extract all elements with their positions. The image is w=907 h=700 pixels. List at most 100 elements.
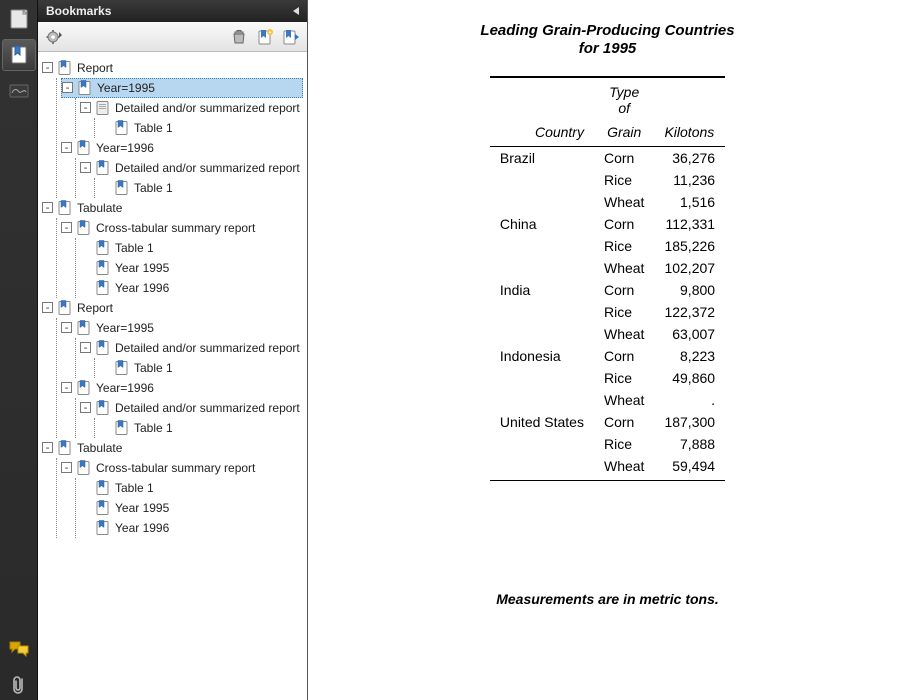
tree-expander-icon[interactable]: - (80, 162, 91, 173)
bookmark-page-icon (76, 460, 92, 476)
table-row: BrazilCorn36,276 (490, 147, 725, 170)
cell-kilotons: 49,860 (654, 367, 725, 389)
table-row: Wheat102,207 (490, 257, 725, 279)
bookmark-page-icon (76, 380, 92, 396)
expand-bookmark-button[interactable] (281, 27, 301, 47)
bookmark-item[interactable]: Year 1995 (80, 258, 303, 278)
cell-grain: Corn (594, 147, 654, 170)
comments-tab[interactable] (3, 634, 35, 664)
bookmark-page-icon (114, 360, 130, 376)
tree-expander-icon[interactable]: - (80, 102, 91, 113)
cell-kilotons: 36,276 (654, 147, 725, 170)
bookmark-page-icon (95, 340, 111, 356)
bookmark-item[interactable]: -Year=1996 (61, 138, 303, 158)
attachments-tab[interactable] (3, 670, 35, 700)
bookmark-item[interactable]: Table 1 (99, 118, 303, 138)
document-viewport[interactable]: Leading Grain-Producing Countries for 19… (308, 0, 907, 700)
bookmark-item[interactable]: Year 1995 (80, 498, 303, 518)
bookmark-item[interactable]: Table 1 (80, 238, 303, 258)
panel-title: Bookmarks (46, 4, 111, 18)
bookmark-item[interactable]: Table 1 (99, 418, 303, 438)
tree-expander-icon[interactable]: - (61, 382, 72, 393)
bookmark-page-icon (95, 500, 111, 516)
col-header-type-l2: of (618, 100, 630, 116)
bookmark-item[interactable]: Table 1 (99, 358, 303, 378)
tree-expander-icon[interactable]: - (62, 82, 73, 93)
tree-expander-placeholder (99, 422, 110, 433)
bookmark-label: Year 1995 (115, 260, 301, 276)
bookmark-item[interactable]: Table 1 (99, 178, 303, 198)
bookmarks-tab[interactable] (3, 40, 35, 70)
signature-tab[interactable] (3, 76, 35, 106)
tree-expander-placeholder (80, 502, 91, 513)
cell-kilotons: 11,236 (654, 169, 725, 191)
bookmark-arrow-icon (282, 28, 300, 46)
tree-expander-placeholder (80, 482, 91, 493)
cell-kilotons: . (654, 389, 725, 411)
tree-expander-placeholder (80, 262, 91, 273)
bookmark-item[interactable]: Year 1996 (80, 278, 303, 298)
bookmark-item[interactable]: - Detailed and/or summarized report (80, 398, 303, 418)
options-menu-button[interactable] (44, 27, 64, 47)
cell-grain: Wheat (594, 191, 654, 213)
bookmark-item[interactable]: -Year=1995 (61, 318, 303, 338)
bookmark-item[interactable]: -Detailed and/or summarized report (80, 98, 303, 118)
bookmark-item[interactable]: Year 1996 (80, 518, 303, 538)
cell-country (490, 433, 594, 455)
tree-expander-icon[interactable]: - (61, 222, 72, 233)
cell-country (490, 367, 594, 389)
bookmark-item[interactable]: - Tabulate (42, 198, 303, 218)
cell-kilotons: 122,372 (654, 301, 725, 323)
speech-bubbles-icon (9, 641, 29, 657)
cell-grain: Corn (594, 411, 654, 433)
tree-expander-icon[interactable]: - (61, 462, 72, 473)
cell-grain: Corn (594, 279, 654, 301)
delete-bookmark-button[interactable] (229, 27, 249, 47)
col-header-type-l1: Type (609, 84, 639, 100)
grain-table: Type of Country Grain Kilotons BrazilCor… (490, 76, 725, 481)
bookmark-item[interactable]: -Report (42, 298, 303, 318)
bookmark-page-icon (57, 440, 73, 456)
cell-grain: Rice (594, 367, 654, 389)
bookmark-page-icon (95, 240, 111, 256)
new-bookmark-icon (256, 28, 274, 46)
cell-country: China (490, 213, 594, 235)
tree-expander-icon[interactable]: - (42, 442, 53, 453)
bookmark-item[interactable]: -Year=1995 (61, 78, 303, 98)
thumbnails-tab[interactable] (3, 4, 35, 34)
bookmark-item[interactable]: -Report (42, 58, 303, 78)
tree-expander-icon[interactable]: - (61, 142, 72, 153)
bookmark-item[interactable]: -Year=1996 (61, 378, 303, 398)
collapse-panel-icon[interactable] (293, 7, 299, 15)
bookmark-label: Table 1 (115, 240, 301, 256)
bookmark-item[interactable]: -Detailed and/or summarized report (80, 158, 303, 178)
bookmark-item[interactable]: -Detailed and/or summarized report (80, 338, 303, 358)
bookmark-item[interactable]: Table 1 (80, 478, 303, 498)
bookmark-label: Table 1 (134, 420, 301, 436)
tree-expander-icon[interactable]: - (61, 322, 72, 333)
bookmark-item[interactable]: -Cross-tabular summary report (61, 218, 303, 238)
bookmark-page-icon (114, 180, 130, 196)
bookmark-label: Tabulate (77, 200, 301, 216)
bookmarks-tree[interactable]: -Report-Year=1995-Detailed and/or summar… (38, 52, 307, 700)
cell-kilotons: 9,800 (654, 279, 725, 301)
panel-toolbar (38, 22, 307, 52)
cell-country: United States (490, 411, 594, 433)
tree-expander-icon[interactable]: - (80, 402, 91, 413)
bookmark-label: Detailed and/or summarized report (115, 400, 301, 416)
app-root: Bookmarks (0, 0, 907, 700)
page-thumbnail-icon (10, 9, 28, 29)
cell-kilotons: 63,007 (654, 323, 725, 345)
bookmark-item[interactable]: -Tabulate (42, 438, 303, 458)
bookmark-item[interactable]: -Cross-tabular summary report (61, 458, 303, 478)
table-row: IndiaCorn9,800 (490, 279, 725, 301)
tree-expander-icon[interactable]: - (42, 62, 53, 73)
tree-expander-icon[interactable]: - (80, 342, 91, 353)
cell-country: India (490, 279, 594, 301)
tree-expander-icon[interactable]: - (42, 202, 53, 213)
bookmark-label: Year 1996 (115, 520, 301, 536)
signature-icon (9, 84, 29, 98)
cell-country (490, 169, 594, 191)
tree-expander-icon[interactable]: - (42, 302, 53, 313)
new-bookmark-button[interactable] (255, 27, 275, 47)
